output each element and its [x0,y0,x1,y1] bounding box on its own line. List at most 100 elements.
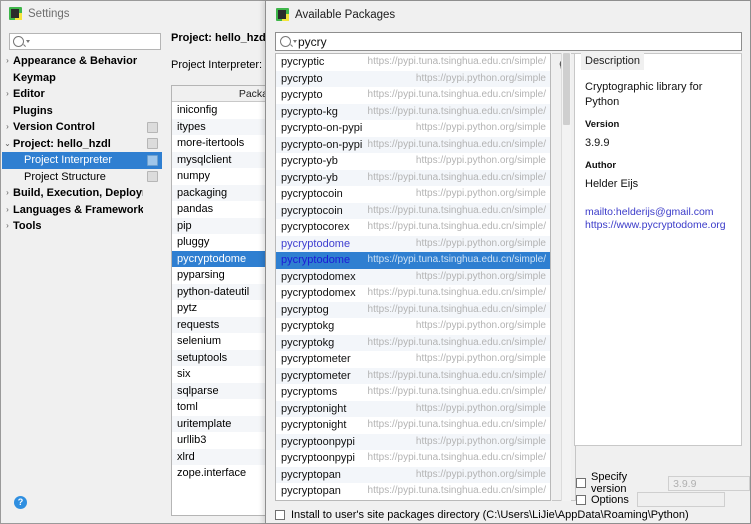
package-repository-url: https://pypi.tuna.tsinghua.edu.cn/simple… [337,384,546,401]
chevron-right-icon[interactable]: › [2,90,13,98]
installed-package-row[interactable]: uritemplate [172,416,272,433]
available-package-row[interactable]: pycryptoghttps://pypi.tuna.tsinghua.edu.… [276,302,550,319]
installed-package-row[interactable]: selenium [172,333,272,350]
sidebar-item-project-interpreter[interactable]: Project Interpreter [2,152,162,169]
installed-package-row[interactable]: pluggy [172,234,272,251]
settings-search-input[interactable] [9,33,161,50]
installed-package-row[interactable]: pytz [172,300,272,317]
help-button[interactable]: ? [14,496,27,509]
available-package-row[interactable]: pycryptohttps://pypi.python.org/simple [276,71,550,88]
chevron-down-icon[interactable]: ⌄ [2,140,13,148]
sidebar-item-version-control[interactable]: ›Version Control [2,119,162,136]
available-packages-scrollbar[interactable] [561,53,571,501]
available-package-row[interactable]: pycrypto-on-pypihttps://pypi.python.org/… [276,120,550,137]
chevron-right-icon[interactable]: › [2,206,13,214]
available-package-row[interactable]: pycryptonighthttps://pypi.tuna.tsinghua.… [276,417,550,434]
installed-package-row[interactable]: numpy [172,168,272,185]
installed-package-row[interactable]: zope.interface [172,465,272,482]
installed-package-row[interactable]: pip [172,218,272,235]
available-package-row[interactable]: pycryptocorexhttps://pypi.tuna.tsinghua.… [276,219,550,236]
sidebar-item-keymap[interactable]: Keymap [2,70,162,87]
package-name: pycryptocoin [281,203,343,220]
available-package-row[interactable]: pycryptokghttps://pypi.tuna.tsinghua.edu… [276,335,550,352]
installed-package-row[interactable]: setuptools [172,350,272,367]
installed-package-row[interactable]: six [172,366,272,383]
package-repository-url: https://pypi.python.org/simple [346,401,546,418]
installed-package-row[interactable]: pyparsing [172,267,272,284]
available-package-row[interactable]: pycryptocoinhttps://pypi.python.org/simp… [276,186,550,203]
settings-tree[interactable]: ›Appearance & BehaviorKeymap›EditorPlugi… [2,53,162,483]
chevron-right-icon[interactable]: › [2,57,13,65]
available-package-row[interactable]: pycrypto-ybhttps://pypi.tuna.tsinghua.ed… [276,170,550,187]
install-user-site-row[interactable]: Install to user's site packages director… [275,509,689,521]
installed-package-row[interactable]: iniconfig [172,102,272,119]
chevron-right-icon[interactable]: › [2,222,13,230]
sidebar-item-label: Plugins [13,103,143,120]
sidebar-item-project-hello-hzdl[interactable]: ⌄Project: hello_hzdl [2,136,162,153]
package-repository-url: https://pypi.python.org/simple [343,186,546,203]
available-package-row[interactable]: pycryptoonpypihttps://pypi.python.org/si… [276,434,550,451]
installed-package-row[interactable]: pandas [172,201,272,218]
installed-packages-table[interactable]: Packa iniconfigitypesmore-itertoolsmysql… [171,85,273,516]
options-input[interactable] [637,492,725,507]
specify-version-select[interactable]: 3.9.9 [668,476,750,491]
installed-package-row[interactable]: pycryptodome [172,251,272,268]
available-package-row[interactable]: pycryptokghttps://pypi.python.org/simple [276,318,550,335]
installed-package-row[interactable]: packaging [172,185,272,202]
sidebar-item-plugins[interactable]: Plugins [2,103,162,120]
available-package-row[interactable]: pycryptodomehttps://pypi.tuna.tsinghua.e… [276,252,550,269]
sidebar-item-editor[interactable]: ›Editor [2,86,162,103]
description-legend: Description [581,53,644,70]
sidebar-item-project-structure[interactable]: Project Structure [2,169,162,186]
installed-package-row[interactable]: more-itertools [172,135,272,152]
available-package-row[interactable]: pycryptoonpypihttps://pypi.tuna.tsinghua… [276,450,550,467]
package-name: pycryptonight [281,401,346,418]
installed-package-row[interactable]: python-dateutil [172,284,272,301]
available-package-row[interactable]: pycryptopayhttps://pypi.python.org/simpl… [276,500,550,502]
available-package-row[interactable]: pycryptocoinhttps://pypi.tuna.tsinghua.e… [276,203,550,220]
installed-package-row[interactable]: itypes [172,119,272,136]
sidebar-item-label: Tools [13,218,143,235]
package-name: pycrypto-kg [281,104,338,121]
available-package-row[interactable]: pycryptodomexhttps://pypi.python.org/sim… [276,269,550,286]
available-package-row[interactable]: pycryptopanhttps://pypi.python.org/simpl… [276,467,550,484]
installed-package-row[interactable]: toml [172,399,272,416]
chevron-right-icon[interactable]: › [2,123,13,131]
available-package-row[interactable]: pycryptichttps://pypi.tuna.tsinghua.edu.… [276,54,550,71]
installed-package-row[interactable]: urllib3 [172,432,272,449]
sidebar-item-build-execution-deployment[interactable]: ›Build, Execution, Deployment [2,185,162,202]
available-package-row[interactable]: pycryptodomexhttps://pypi.tuna.tsinghua.… [276,285,550,302]
installed-package-row[interactable]: requests [172,317,272,334]
scrollbar-thumb[interactable] [563,53,570,125]
installed-package-row[interactable]: xlrd [172,449,272,466]
available-package-row[interactable]: pycrypto-kghttps://pypi.tuna.tsinghua.ed… [276,104,550,121]
available-package-row[interactable]: pycryptomshttps://pypi.tuna.tsinghua.edu… [276,384,550,401]
project-homepage-link[interactable]: https://www.pycryptodome.org [585,219,733,232]
package-name: pycryptonight [281,417,346,434]
sidebar-item-languages-frameworks[interactable]: ›Languages & Frameworks [2,202,162,219]
install-user-site-checkbox[interactable] [275,510,285,520]
available-package-row[interactable]: pycryptohttps://pypi.tuna.tsinghua.edu.c… [276,87,550,104]
available-package-row[interactable]: pycryptopanhttps://pypi.tuna.tsinghua.ed… [276,483,550,500]
available-package-row[interactable]: pycrypto-ybhttps://pypi.python.org/simpl… [276,153,550,170]
config-scope-icon [147,122,158,133]
available-packages-search-input[interactable]: pycry [275,32,742,51]
package-name: pycryptocoin [281,186,343,203]
available-package-row[interactable]: pycryptonighthttps://pypi.python.org/sim… [276,401,550,418]
chevron-right-icon[interactable]: › [2,189,13,197]
sidebar-item-appearance-behavior[interactable]: ›Appearance & Behavior [2,53,162,70]
config-scope-icon [147,155,158,166]
installed-package-row[interactable]: mysqlclient [172,152,272,169]
available-packages-list[interactable]: pycryptichttps://pypi.tuna.tsinghua.edu.… [275,53,551,501]
available-package-row[interactable]: pycryptometerhttps://pypi.tuna.tsinghua.… [276,368,550,385]
author-email-link[interactable]: mailto:helderijs@gmail.com [585,206,733,219]
installed-package-row[interactable]: sqlparse [172,383,272,400]
sidebar-item-tools[interactable]: ›Tools [2,218,162,235]
options-checkbox[interactable] [576,495,586,505]
available-package-row[interactable]: pycryptodomehttps://pypi.python.org/simp… [276,236,550,253]
specify-version-checkbox[interactable] [576,478,586,488]
package-name: pycryptopay [281,500,340,502]
available-package-row[interactable]: pycrypto-on-pypihttps://pypi.tuna.tsingh… [276,137,550,154]
package-name: pycrypto-yb [281,170,338,187]
available-package-row[interactable]: pycryptometerhttps://pypi.python.org/sim… [276,351,550,368]
